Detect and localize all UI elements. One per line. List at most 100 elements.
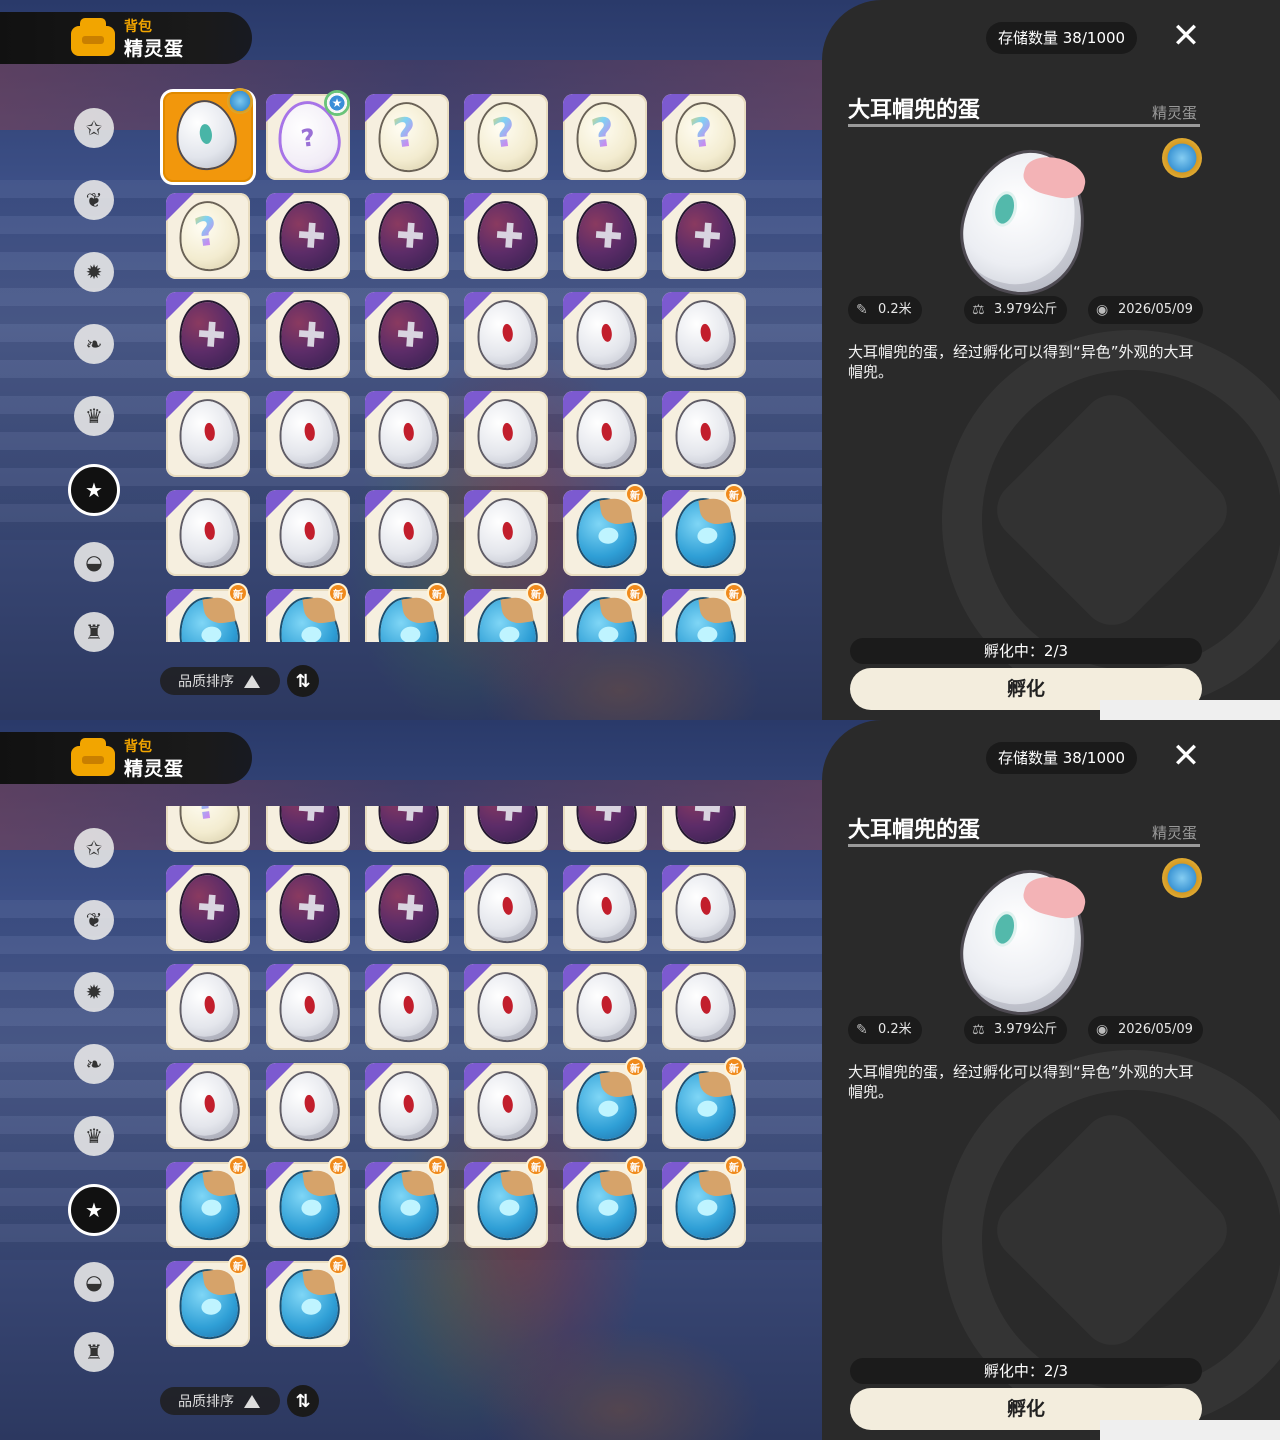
acorn-category-icon[interactable]: ◒ (74, 1262, 114, 1302)
egg-slot[interactable]: 新 (166, 1156, 250, 1248)
egg-category-icon[interactable]: ★ (68, 1184, 120, 1236)
egg-slot[interactable]: ✚ (266, 806, 350, 852)
egg-slot[interactable] (662, 865, 746, 951)
plant-category-icon[interactable]: ❧ (74, 324, 114, 364)
new-badge: 新 (526, 583, 546, 603)
egg-slot[interactable] (563, 964, 647, 1050)
egg-slot[interactable] (166, 964, 250, 1050)
egg-slot[interactable] (563, 391, 647, 477)
egg-slot[interactable] (464, 1063, 548, 1149)
egg-slot[interactable] (365, 391, 449, 477)
crown-category-icon[interactable]: ♛ (74, 1116, 114, 1156)
egg-slot[interactable]: 新 (266, 1156, 350, 1248)
leaf-category-icon[interactable]: ❦ (74, 180, 114, 220)
acorn-category-icon[interactable]: ◒ (74, 542, 114, 582)
egg-slot[interactable] (166, 490, 250, 576)
egg-slot[interactable] (464, 292, 548, 378)
new-badge: 新 (228, 1255, 248, 1275)
sort-order-toggle-icon[interactable]: ⇅ (287, 665, 319, 697)
egg-slot[interactable]: ✚ (266, 193, 350, 279)
egg-slot[interactable]: 新 (266, 583, 350, 642)
egg-slot[interactable] (266, 1063, 350, 1149)
egg-slot[interactable]: ✚ (365, 193, 449, 279)
egg-slot[interactable]: 新 (563, 1057, 647, 1149)
egg-slot[interactable]: ✚ (563, 193, 647, 279)
egg-slot[interactable]: ✚ (662, 806, 746, 852)
egg-slot[interactable]: 新 (563, 484, 647, 576)
egg-slot[interactable]: 新 (464, 583, 548, 642)
divider (848, 844, 1200, 847)
egg-slot[interactable] (163, 88, 253, 182)
egg-slot[interactable]: 新 (365, 583, 449, 642)
egg-slot[interactable] (365, 1063, 449, 1149)
egg-slot[interactable] (365, 490, 449, 576)
egg-slot[interactable] (166, 391, 250, 477)
egg-slot[interactable] (266, 964, 350, 1050)
egg-slot[interactable]: ✚ (365, 806, 449, 852)
egg-slot[interactable] (266, 490, 350, 576)
egg-slot[interactable]: ✚ (266, 865, 350, 951)
egg-slot[interactable]: ✚ (266, 292, 350, 378)
egg-slot[interactable]: ✚ (166, 865, 250, 951)
egg-category-icon[interactable]: ★ (68, 464, 120, 516)
egg-slot[interactable]: ✚ (166, 292, 250, 378)
egg-slot[interactable]: 新 (563, 583, 647, 642)
egg-slot[interactable] (266, 391, 350, 477)
egg-slot[interactable]: ✚ (464, 193, 548, 279)
egg-slot[interactable]: 新 (464, 1156, 548, 1248)
egg-slot[interactable]: ✚ (563, 806, 647, 852)
egg-slot[interactable] (662, 391, 746, 477)
egg-slot[interactable]: 新 (563, 1156, 647, 1248)
egg-grid: ? ★????? ✚ ✚ ✚ ✚ ✚ ✚ ✚ ✚ 新新新新新新新新 (160, 88, 760, 642)
egg-slot[interactable]: 新 (166, 1255, 250, 1347)
item-category: 精灵蛋 (1152, 104, 1198, 122)
sort-order-toggle-icon[interactable]: ⇅ (287, 1385, 319, 1417)
star-category-icon[interactable]: ✩ (74, 828, 114, 868)
stat-weight: ⚖ 3.979公斤 (964, 1016, 1068, 1044)
new-badge: 新 (328, 1156, 348, 1176)
egg-slot[interactable] (662, 964, 746, 1050)
egg-slot[interactable]: ✚ (365, 292, 449, 378)
new-badge: 新 (724, 1156, 744, 1176)
egg-slot[interactable] (563, 292, 647, 378)
egg-slot[interactable]: ? ★ (266, 90, 350, 180)
egg-slot[interactable]: ? (464, 94, 548, 180)
close-icon[interactable]: ✕ (1168, 738, 1204, 774)
egg-slot[interactable] (365, 964, 449, 1050)
egg-slot[interactable]: ✚ (365, 865, 449, 951)
sort-quality-button[interactable]: 品质排序 (160, 667, 280, 695)
egg-slot[interactable] (563, 865, 647, 951)
egg-slot[interactable]: ? (166, 806, 250, 852)
egg-slot[interactable]: ? (365, 94, 449, 180)
egg-slot[interactable] (166, 1063, 250, 1149)
egg-slot[interactable] (662, 292, 746, 378)
egg-slot[interactable]: ? (563, 94, 647, 180)
sort-quality-button[interactable]: 品质排序 (160, 1387, 280, 1415)
egg-slot[interactable] (464, 865, 548, 951)
egg-slot[interactable]: 新 (166, 583, 250, 642)
egg-slot[interactable]: 新 (662, 1156, 746, 1248)
stat-size: ✎ 0.2米 (848, 1016, 922, 1044)
sparkle-category-icon[interactable]: ✹ (74, 252, 114, 292)
egg-slot[interactable] (464, 391, 548, 477)
egg-slot[interactable] (464, 964, 548, 1050)
plant-category-icon[interactable]: ❧ (74, 1044, 114, 1084)
egg-slot[interactable]: ? (166, 193, 250, 279)
egg-slot[interactable]: 新 (266, 1255, 350, 1347)
egg-slot[interactable]: ✚ (464, 806, 548, 852)
close-icon[interactable]: ✕ (1168, 18, 1204, 54)
leaf-category-icon[interactable]: ❦ (74, 900, 114, 940)
egg-slot[interactable]: 新 (365, 1156, 449, 1248)
star-category-icon[interactable]: ✩ (74, 108, 114, 148)
egg-slot[interactable]: ✚ (662, 193, 746, 279)
egg-slot[interactable]: 新 (662, 1057, 746, 1149)
chair-category-icon[interactable]: ♜ (74, 1332, 114, 1372)
egg-slot[interactable]: 新 (662, 583, 746, 642)
egg-slot[interactable] (464, 490, 548, 576)
sparkle-category-icon[interactable]: ✹ (74, 972, 114, 1012)
chair-category-icon[interactable]: ♜ (74, 612, 114, 652)
egg-slot[interactable]: 新 (662, 484, 746, 576)
egg-slot[interactable]: ? (662, 94, 746, 180)
crown-category-icon[interactable]: ♛ (74, 396, 114, 436)
purple-egg-icon: ✚ (375, 806, 441, 846)
